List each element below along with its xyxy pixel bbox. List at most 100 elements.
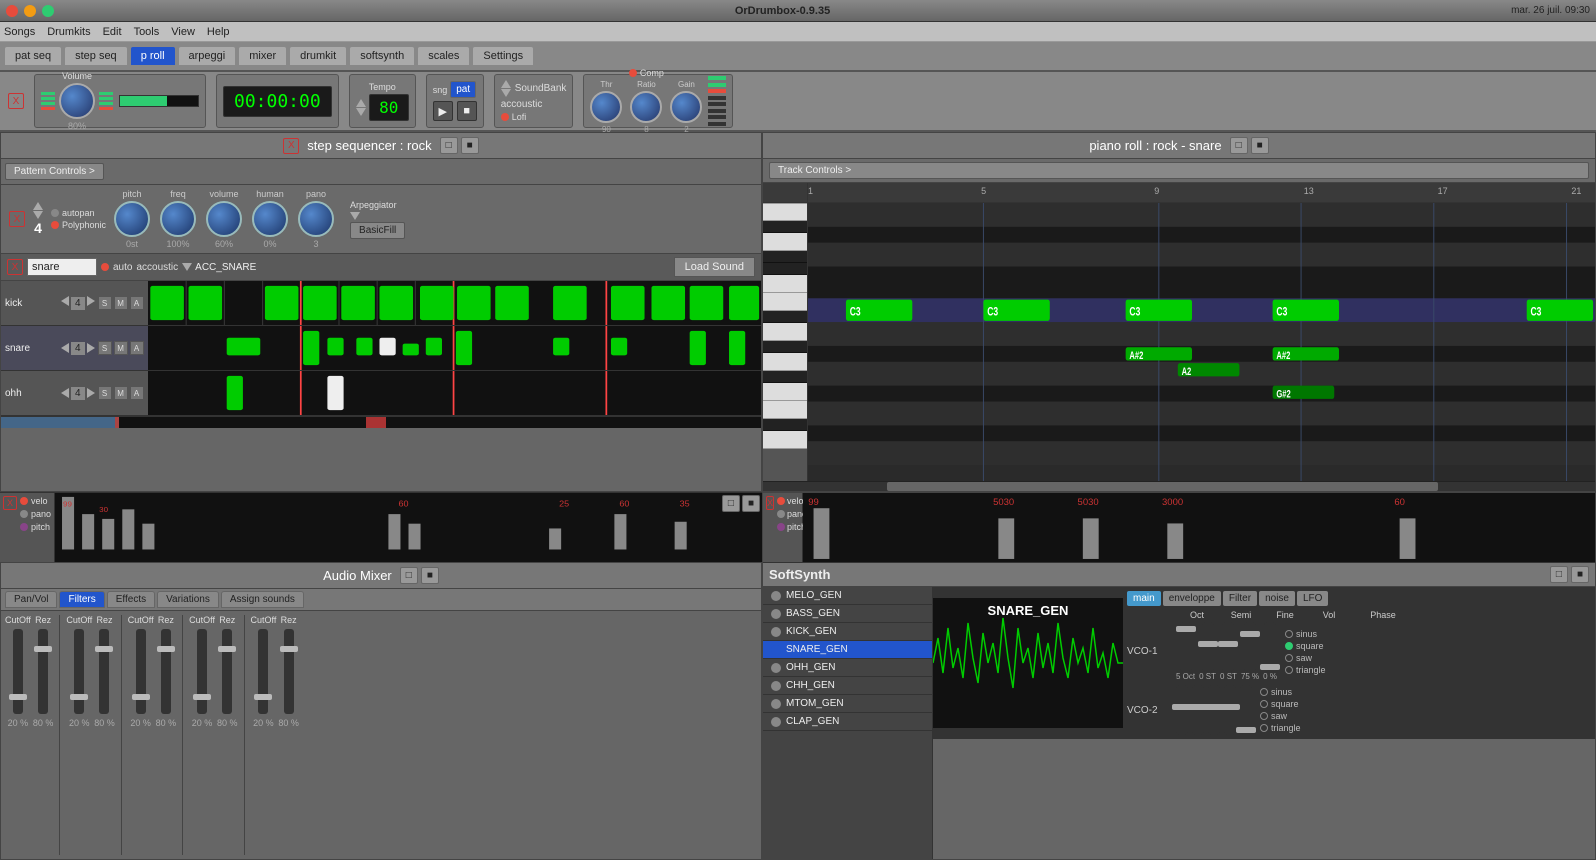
instr-close[interactable]: X <box>9 211 25 227</box>
arp-spinner[interactable] <box>350 212 405 220</box>
stop-button[interactable]: ■ <box>457 101 477 121</box>
pano-knob[interactable] <box>298 201 334 237</box>
vco1-fine-handle[interactable] <box>1218 641 1238 647</box>
pr-pano-led[interactable] <box>777 510 785 518</box>
sound-name-input[interactable] <box>27 258 97 276</box>
ohh-num-dec[interactable] <box>61 388 69 398</box>
freq-knob[interactable] <box>160 201 196 237</box>
synth-item-melo[interactable]: MELO_GEN <box>763 587 932 605</box>
chh-check[interactable] <box>771 681 781 691</box>
polyphonic-led[interactable] <box>51 221 59 229</box>
snare-s[interactable]: S <box>98 341 112 355</box>
autopan-led[interactable] <box>51 209 59 217</box>
synth-item-ohh[interactable]: OHH_GEN <box>763 659 932 677</box>
thr-knob[interactable] <box>590 91 622 123</box>
snare-check[interactable] <box>771 645 781 655</box>
tab-proll[interactable]: p roll <box>130 46 176 66</box>
synth-item-mtom[interactable]: MTOM_GEN <box>763 695 932 713</box>
human-knob[interactable] <box>252 201 288 237</box>
vco2-triangle-option[interactable]: triangle <box>1260 723 1301 733</box>
soundbank-spinner[interactable] <box>501 80 511 97</box>
vco1-oct-handle[interactable] <box>1176 626 1196 632</box>
instr-num-spinner[interactable] <box>33 202 43 219</box>
mtom-check[interactable] <box>771 699 781 709</box>
snare-a[interactable]: A <box>130 341 144 355</box>
snare-m[interactable]: M <box>114 341 128 355</box>
vel-resize-2[interactable]: ■ <box>742 495 760 512</box>
snare-num-inc[interactable] <box>87 343 95 353</box>
vco2-fine-track[interactable] <box>1208 685 1220 735</box>
minimize-window-icon[interactable] <box>24 5 36 17</box>
piano-roll-main[interactable]: C3 C3 C3 C3 C3 <box>763 203 1595 481</box>
vco1-vol-handle[interactable] <box>1240 631 1260 637</box>
vco1-square-option[interactable]: square <box>1285 641 1326 651</box>
ohh-num-inc[interactable] <box>87 388 95 398</box>
tab-variations[interactable]: Variations <box>157 591 219 608</box>
ohh-m[interactable]: M <box>114 386 128 400</box>
synth-item-snare[interactable]: SNARE_GEN <box>763 641 932 659</box>
menu-tools[interactable]: Tools <box>134 26 160 38</box>
vco2-sinus-option[interactable]: sinus <box>1260 687 1301 697</box>
roll-grid[interactable]: C3 C3 C3 C3 C3 <box>808 203 1595 481</box>
rez-fader-3[interactable] <box>161 629 171 714</box>
kick-a[interactable]: A <box>130 296 144 310</box>
vco2-square-option[interactable]: square <box>1260 699 1301 709</box>
sound-close[interactable]: X <box>7 259 23 275</box>
vco2-phase-track[interactable] <box>1240 685 1252 735</box>
tab-lfo[interactable]: LFO <box>1297 591 1328 606</box>
vco2-vol-handle[interactable] <box>1220 704 1240 710</box>
acc-spinner[interactable] <box>182 263 192 271</box>
play-button[interactable]: ▶ <box>433 101 453 121</box>
vco2-sinus-radio[interactable] <box>1260 688 1268 696</box>
comp-led[interactable] <box>629 69 637 77</box>
tab-filters[interactable]: Filters <box>59 591 104 608</box>
pr-resize-1[interactable]: □ <box>1230 137 1248 154</box>
vco1-semi-handle[interactable] <box>1198 641 1218 647</box>
ohh-check[interactable] <box>771 663 781 673</box>
vco1-oct-track[interactable] <box>1180 622 1192 672</box>
tempo-spinner[interactable] <box>356 99 366 116</box>
ohh-a[interactable]: A <box>130 386 144 400</box>
synth-item-bass[interactable]: BASS_GEN <box>763 605 932 623</box>
tab-filter[interactable]: Filter <box>1223 591 1257 606</box>
snare-pattern-grid[interactable] <box>148 326 761 370</box>
vco2-oct-track[interactable] <box>1176 685 1188 735</box>
tab-enveloppe[interactable]: enveloppe <box>1163 591 1221 606</box>
vco2-semi-track[interactable] <box>1192 685 1204 735</box>
pitch-knob[interactable] <box>114 201 150 237</box>
pat-button[interactable]: pat <box>450 81 476 98</box>
pr-pitch-led[interactable] <box>777 523 785 531</box>
step-seq-close[interactable]: X <box>283 138 299 154</box>
pr-velocity-bars[interactable]: 99 5030 5030 3000 60 <box>803 493 1595 562</box>
arp-value[interactable]: BasicFill <box>350 222 405 239</box>
pitch-led[interactable] <box>20 523 28 531</box>
bass-check[interactable] <box>771 609 781 619</box>
rez-fader-5[interactable] <box>284 629 294 714</box>
cutoff-fader-5[interactable] <box>258 629 268 714</box>
kick-pattern-grid[interactable] <box>148 281 761 325</box>
cutoff-fader-3[interactable] <box>136 629 146 714</box>
gain-knob[interactable] <box>670 91 702 123</box>
menu-drumkits[interactable]: Drumkits <box>47 26 90 38</box>
volume-knob[interactable] <box>59 83 95 119</box>
synth-item-clap[interactable]: CLAP_GEN <box>763 713 932 731</box>
rez-fader-1[interactable] <box>38 629 48 714</box>
ohh-s[interactable]: S <box>98 386 112 400</box>
rez-fader-2[interactable] <box>99 629 109 714</box>
vco2-square-radio[interactable] <box>1260 700 1268 708</box>
tab-panvol[interactable]: Pan/Vol <box>5 591 57 608</box>
tab-noise[interactable]: noise <box>1259 591 1295 606</box>
velo-led[interactable] <box>20 497 28 505</box>
tab-main[interactable]: main <box>1127 591 1161 606</box>
tab-softsynth[interactable]: softsynth <box>349 46 415 66</box>
ss-resize-1[interactable]: □ <box>1550 566 1568 583</box>
track-controls-button[interactable]: Track Controls > <box>769 162 1589 179</box>
vco1-square-radio[interactable] <box>1285 642 1293 650</box>
vco1-triangle-radio[interactable] <box>1285 666 1293 674</box>
tempo-value[interactable]: 80 <box>369 94 409 121</box>
piano-roll-scrollbar[interactable] <box>763 481 1595 491</box>
vco1-vol-track[interactable] <box>1244 622 1256 672</box>
toolbar-close-button[interactable]: X <box>8 93 24 109</box>
snare-num-dec[interactable] <box>61 343 69 353</box>
cutoff-fader-2[interactable] <box>74 629 84 714</box>
